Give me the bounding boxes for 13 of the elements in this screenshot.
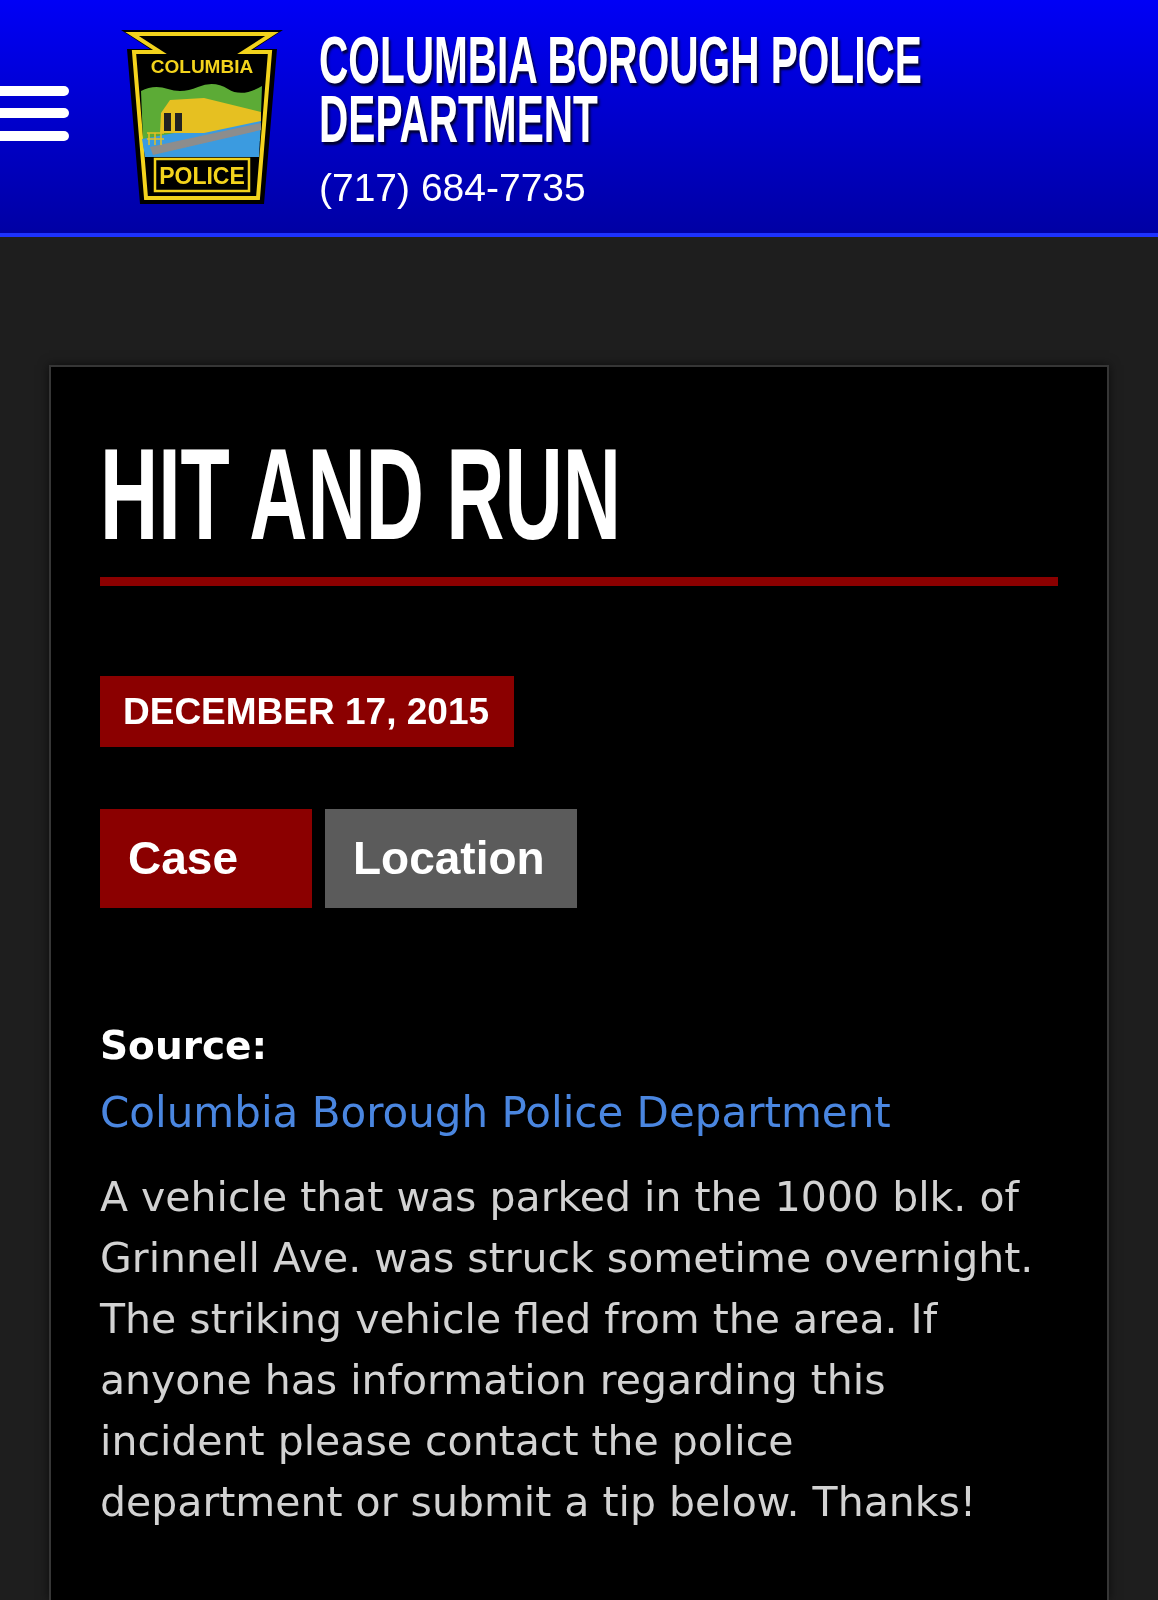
tab[interactable]: Case: [100, 809, 312, 908]
menu-icon[interactable]: [0, 86, 69, 141]
logo-text: COLUMBIA: [150, 56, 254, 77]
article-body: A vehicle that was parked in the 1000 blk. of Grinnell Ave. was struck sometime overnight. The striking vehicle fled from the area. If anyone has information regarding this incident please contact the police department or submit a tip below. Thanks!: [100, 1172, 1035, 1528]
source-link[interactable]: Columbia Borough Police Department: [100, 1083, 891, 1143]
police-badge-logo[interactable]: COLUMBIA POLICE: [120, 29, 284, 205]
article-title: HIT AND RUN: [100, 429, 621, 559]
site-title: COLUMBIA BOROUGH POLICE DEPARTMENT: [319, 31, 923, 149]
logo-text: POLICE: [159, 163, 245, 189]
source-label: Source:: [100, 1022, 268, 1070]
date-label: DECEMBER 17, 2015: [100, 676, 515, 747]
tab[interactable]: Location: [325, 809, 577, 908]
phone-number: (717) 684-7735: [319, 165, 586, 211]
